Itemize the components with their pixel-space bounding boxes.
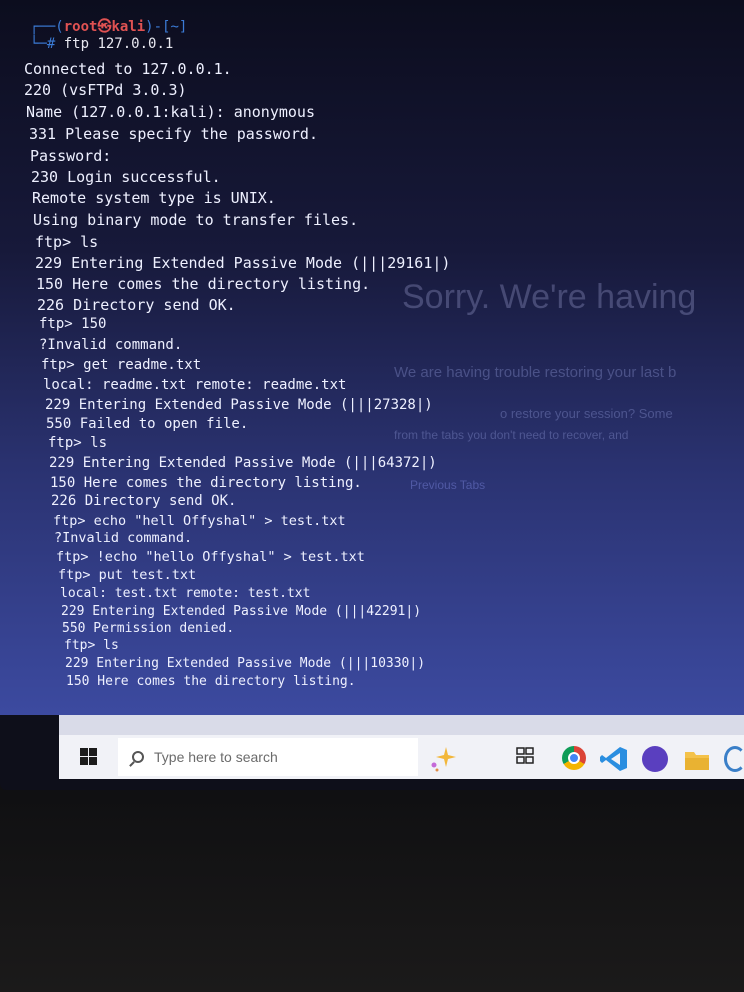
terminal-line: ftp> !echo "hello Offyshal" > test.txt [56,549,365,565]
search-placeholder: Type here to search [154,749,278,765]
terminal-line: local: test.txt remote: test.txt [60,586,311,601]
prompt-host: kali [111,19,146,35]
terminal-line: ?Invalid command. [54,530,193,546]
ghost-restore-title: Sorry. We're having [402,278,697,316]
terminal-line: Remote system type is UNIX. [32,189,276,207]
terminal-line: Using binary mode to transfer files. [33,211,359,229]
terminal-line: Connected to 127.0.0.1. [24,60,232,78]
taskbar-search-box[interactable]: Type here to search [118,738,418,776]
terminal-line: ?Invalid command. [39,337,183,353]
terminal-line: 226 Directory send OK. [51,493,237,509]
ghost-restore-line: from the tabs you don't need to recover,… [394,428,629,442]
terminal-line: 230 Login successful. [31,168,221,186]
prompt-user: root [63,19,98,35]
terminal-line: 229 Entering Extended Passive Mode (|||4… [61,604,422,619]
terminal-line: 220 (vsFTPd 3.0.3) [24,81,187,99]
terminal-line: ftp> 150 [39,316,107,332]
prompt-at: ㉿ [97,19,112,35]
terminal-line: 150 Here comes the directory listing. [50,475,362,491]
terminal-line: 229 Entering Extended Passive Mode (|||2… [35,254,451,272]
shell-prompt: ┌──(root㉿kali)-[~] [30,16,187,36]
folder-icon[interactable] [684,749,710,771]
ghost-restore-line: We are having trouble restoring your las… [394,364,677,381]
shell-command-line: └─# ftp 127.0.0.1 [30,36,173,52]
shell-command: ftp 127.0.0.1 [63,36,174,52]
prompt-bracket: ┌──( [30,19,64,35]
terminal-line: Password: [30,147,112,165]
monitor: Sorry. We're having We are having troubl… [0,0,744,790]
terminal-line: local: readme.txt remote: readme.txt [43,377,347,393]
chrome-icon[interactable] [562,746,586,770]
terminal-line: 331 Please specify the password. [29,125,318,143]
terminal-line: 150 Here comes the directory listing. [36,275,371,293]
vscode-icon[interactable] [600,746,628,772]
terminal-screen: Sorry. We're having We are having troubl… [0,0,744,715]
terminal-line: ftp> ls [35,233,99,251]
sparkle-icon[interactable] [428,745,458,773]
terminal-line: Name (127.0.0.1:kali): anonymous [26,103,315,121]
terminal-line: ftp> ls [48,435,108,451]
terminal-line: 550 Failed to open file. [46,416,249,432]
terminal-line: ftp> put test.txt [58,567,197,583]
terminal-line: ftp> echo "hell Offyshal" > test.txt [53,513,346,529]
app-icon[interactable] [642,746,668,772]
task-view-icon[interactable] [516,746,534,764]
terminal-line: 229 Entering Extended Passive Mode (|||6… [49,455,437,471]
edge-icon[interactable] [724,746,744,772]
terminal-line: ftp> ls [64,638,119,653]
taskbar-top-strip [59,715,744,735]
terminal-line: 229 Entering Extended Passive Mode (|||1… [65,656,426,671]
prompt-dir: )-[~] [145,19,188,35]
windows-start-icon[interactable] [80,748,97,765]
ghost-restore-line: o restore your session? Some [500,406,673,421]
terminal-line: 150 Here comes the directory listing. [66,674,356,689]
terminal-line: 229 Entering Extended Passive Mode (|||2… [45,397,433,413]
ghost-previous-tabs: Previous Tabs [410,478,486,492]
terminal-line: ftp> get readme.txt [41,357,202,373]
search-icon [132,751,144,763]
prompt-hash: └─# [30,36,56,52]
terminal-line: 550 Permission denied. [62,621,235,636]
terminal-line: 226 Directory send OK. [37,296,236,314]
